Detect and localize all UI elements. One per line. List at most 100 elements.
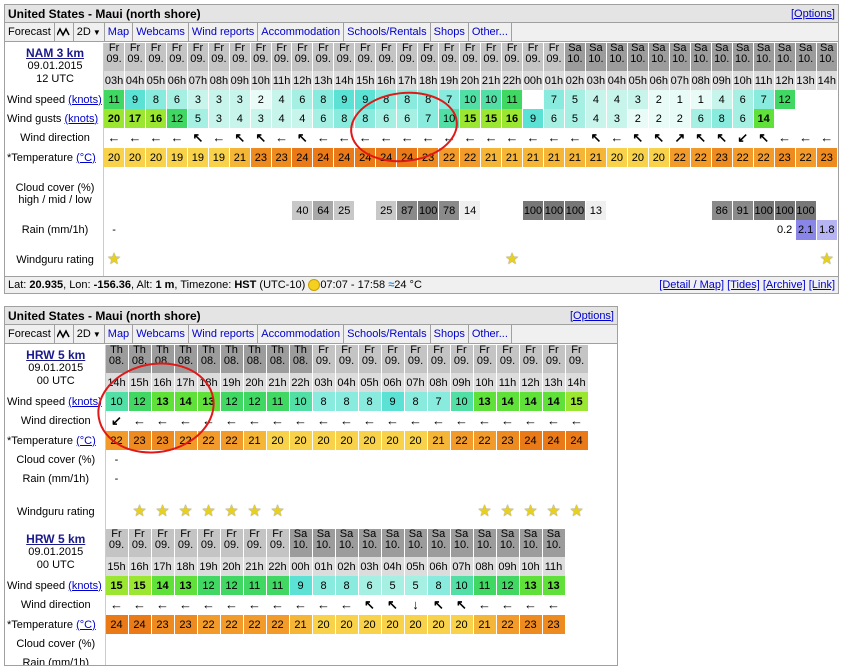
model-link[interactable]: NAM 3 km: [7, 47, 103, 60]
tab-accommodation[interactable]: Accommodation: [258, 325, 344, 343]
wind-speed-cell: 3: [208, 90, 229, 109]
unit-link[interactable]: (knots): [68, 94, 102, 106]
tab-map[interactable]: Map: [105, 325, 133, 343]
wind-speed-cell: 14: [542, 392, 565, 411]
rain-cell: [151, 653, 174, 666]
wind-gust-cell: 5: [564, 109, 585, 128]
row-label: Wind speed (knots): [5, 392, 105, 411]
temperature-cell: 22: [243, 615, 266, 634]
wind-speed-cell: 6: [166, 90, 187, 109]
wind-direction-cell: ↖: [753, 128, 774, 148]
tab-wind-reports[interactable]: Wind reports: [189, 325, 258, 343]
wind-direction-cell: ←: [606, 128, 627, 148]
unit-link[interactable]: (knots): [64, 113, 98, 125]
rain-cell: [460, 220, 481, 240]
arrow-icon: ←: [110, 598, 123, 611]
hour-header: 11h: [542, 557, 565, 576]
chevron-down-icon: ▼: [93, 330, 101, 339]
wind-speed-cell: 4: [585, 90, 606, 109]
cloud-cover-cell: [266, 450, 289, 469]
temperature-cell: 21: [481, 148, 502, 167]
model-link[interactable]: HRW 5 km: [7, 533, 105, 546]
rain-cell: [266, 653, 289, 666]
rain-cell: 1.8: [816, 220, 837, 240]
options-link[interactable]: [Options]: [791, 8, 835, 20]
wind-direction-cell: ←: [335, 595, 358, 615]
chart-icon[interactable]: [55, 325, 74, 343]
cloud-high-cell: [292, 167, 313, 201]
model-run: 00 UTC: [7, 375, 105, 388]
unit-link[interactable]: (°C): [76, 152, 96, 164]
cloud-high-cell: [208, 167, 229, 201]
day-header: Th08.: [266, 345, 289, 373]
day-header: Sa10.: [450, 529, 473, 557]
day-header: Sa10.: [335, 529, 358, 557]
day-header: Fr09.: [355, 43, 376, 71]
temperature-cell: 19: [166, 148, 187, 167]
cloud-cover-cell: [243, 450, 266, 469]
unit-link[interactable]: (knots): [68, 580, 102, 592]
arrow-icon: ←: [149, 131, 162, 144]
hour-header: 19h: [220, 373, 243, 392]
tab-shops[interactable]: Shops: [431, 325, 469, 343]
tab-wind-reports[interactable]: Wind reports: [189, 23, 258, 41]
archive-link[interactable]: [Archive]: [763, 279, 806, 291]
model-date: 09.01.2015: [7, 546, 105, 559]
arrow-icon: ←: [179, 598, 192, 611]
unit-link[interactable]: (°C): [76, 435, 96, 447]
cloud-high-cell: [774, 167, 795, 201]
options-link[interactable]: [Options]: [570, 310, 614, 322]
tab-accommodation[interactable]: Accommodation: [258, 23, 344, 41]
panel-titlebar: United States - Maui (north shore) [Opti…: [5, 5, 838, 23]
forecast-panel-hrw: United States - Maui (north shore) [Opti…: [4, 306, 618, 666]
tab-schools-rentals[interactable]: Schools/Rentals: [344, 23, 431, 41]
arrow-icon: ↖: [456, 598, 467, 611]
hour-header: 10h: [250, 71, 271, 90]
panel-titlebar: United States - Maui (north shore) [Opti…: [5, 307, 617, 325]
rain-cell: [473, 469, 496, 488]
tab-other[interactable]: Other...: [469, 325, 512, 343]
tab-forecast[interactable]: Forecast: [5, 23, 55, 41]
tab-2d[interactable]: 2D▼: [74, 23, 105, 41]
temperature-cell: 19: [208, 148, 229, 167]
arrow-icon: ←: [275, 131, 288, 144]
tab-webcams[interactable]: Webcams: [133, 23, 189, 41]
wind-speed-cell: 15: [105, 576, 128, 595]
row-label: Wind speed (knots): [5, 90, 104, 109]
tab-shops[interactable]: Shops: [431, 23, 469, 41]
wind-direction-cell: ←: [496, 595, 519, 615]
chart-icon[interactable]: [55, 23, 74, 41]
wind-gust-cell: 6: [732, 109, 753, 128]
day-header: Sa10.: [564, 43, 585, 71]
temperature-cell: 22: [266, 615, 289, 634]
unit-link[interactable]: (°C): [76, 619, 96, 631]
link-link[interactable]: [Link]: [809, 279, 835, 291]
cloud-cover-cell: [243, 634, 266, 653]
model-link[interactable]: HRW 5 km: [7, 349, 105, 362]
day-header: Fr09.: [397, 43, 418, 71]
day-header: Fr09.: [266, 529, 289, 557]
temperature-cell: 24: [292, 148, 313, 167]
cloud-cover-cell: [312, 450, 335, 469]
temperature-cell: 23: [151, 615, 174, 634]
tab-map[interactable]: Map: [105, 23, 133, 41]
wind-speed-cell: 9: [334, 90, 355, 109]
tab-other[interactable]: Other...: [469, 23, 512, 41]
tab-schools-rentals[interactable]: Schools/Rentals: [344, 325, 431, 343]
day-header: Fr09.: [481, 43, 502, 71]
tab-forecast[interactable]: Forecast: [5, 325, 55, 343]
cloud-cover-cell: 40: [292, 201, 313, 220]
rain-cell: [669, 220, 690, 240]
hour-header: 05h: [404, 557, 427, 576]
rain-cell: [334, 220, 355, 240]
label-text: Cloud cover (%): [16, 638, 95, 650]
temperature-cell: 20: [627, 148, 648, 167]
tab-2d[interactable]: 2D▼: [74, 325, 105, 343]
wind-gust-cell: 9: [523, 109, 544, 128]
hour-header: 02h: [564, 71, 585, 90]
detail-map-link[interactable]: [Detail / Map]: [659, 279, 724, 291]
day-header: Fr09.: [197, 529, 220, 557]
rating-cell: [125, 240, 146, 280]
tides-link[interactable]: [Tides]: [727, 279, 760, 291]
tab-webcams[interactable]: Webcams: [133, 325, 189, 343]
